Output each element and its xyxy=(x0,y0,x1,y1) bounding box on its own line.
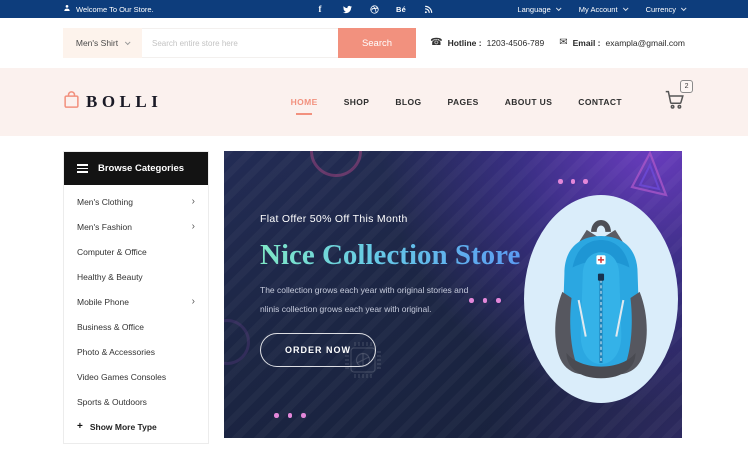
hero-title: Nice Collection Store xyxy=(260,239,521,271)
email: ✉ Email : exampla@gmail.com xyxy=(559,37,686,49)
cart-button[interactable]: 2 xyxy=(664,80,693,115)
page: Welcome To Our Store. f Bé Language My A… xyxy=(0,0,748,465)
sidebar-item-label: Business & Office xyxy=(77,321,144,332)
user-icon xyxy=(63,4,71,14)
sidebar-item-label: Computer & Office xyxy=(77,246,147,257)
welcome-message: Welcome To Our Store. xyxy=(63,4,154,14)
dots-decoration xyxy=(558,179,588,184)
chevron-down-icon xyxy=(680,5,687,12)
nav-about-us[interactable]: ABOUT US xyxy=(505,97,553,107)
hotline-number: 1203-4506-789 xyxy=(486,38,545,48)
sidebar-item-mens-fashion[interactable]: Men's Fashion › xyxy=(64,214,208,239)
hero-description-line1: The collection grows each year with orig… xyxy=(260,285,469,295)
product-image-backdrop xyxy=(524,195,678,403)
chevron-down-icon xyxy=(622,5,629,12)
search-group: Men's Shirt Search xyxy=(63,28,416,58)
behance-icon[interactable]: Bé xyxy=(396,4,406,14)
category-select-value: Men's Shirt xyxy=(75,38,119,48)
sidebar-item-computer-office[interactable]: Computer & Office xyxy=(64,239,208,264)
hero-description-line2: nlinis collection grows each year with o… xyxy=(260,304,432,314)
sidebar-item-label: Sports & Outdoors xyxy=(77,396,147,407)
twitter-icon[interactable] xyxy=(342,4,352,14)
chevron-right-icon: › xyxy=(191,295,195,307)
currency-menu[interactable]: Currency xyxy=(645,4,687,14)
my-account-menu[interactable]: My Account xyxy=(578,4,629,14)
social-links: f Bé xyxy=(315,4,433,14)
phone-icon: ☎ xyxy=(430,37,443,48)
order-now-button[interactable]: ORDER NOW xyxy=(260,333,376,367)
nav-pages[interactable]: PAGES xyxy=(448,97,479,107)
currency-label: Currency xyxy=(645,4,676,14)
email-label: Email : xyxy=(572,38,601,48)
carousel-dots[interactable] xyxy=(274,413,306,418)
hero-banner: Flat Offer 50% Off This Month Nice Colle… xyxy=(224,151,682,438)
email-address: exampla@gmail.com xyxy=(605,38,686,48)
sidebar-item-label: Photo & Accessories xyxy=(77,346,155,357)
sidebar-item-healthy-beauty[interactable]: Healthy & Beauty xyxy=(64,264,208,289)
sidebar-item-label: Video Games Consoles xyxy=(77,371,167,382)
logo[interactable]: BOLLI xyxy=(63,90,162,114)
sidebar-item-photo-accessories[interactable]: Photo & Accessories xyxy=(64,339,208,364)
shopping-bag-icon xyxy=(63,90,80,114)
hero-content: Flat Offer 50% Off This Month Nice Colle… xyxy=(260,213,520,367)
category-list: Men's Clothing › Men's Fashion › Compute… xyxy=(64,185,208,443)
logo-text: BOLLI xyxy=(86,92,163,111)
plus-icon: + xyxy=(77,421,83,432)
language-label: Language xyxy=(517,4,551,14)
nav-blog[interactable]: BLOG xyxy=(395,97,421,107)
hotline-label: Hotline : xyxy=(447,38,482,48)
dribbble-icon[interactable] xyxy=(369,4,379,14)
cart-count-badge: 2 xyxy=(680,80,693,93)
sidebar-item-label: Men's Fashion xyxy=(77,221,133,232)
show-more-label: Show More Type xyxy=(89,421,157,432)
hamburger-icon xyxy=(77,164,88,173)
topbar-menus: Language My Account Currency xyxy=(517,4,687,14)
nav-contact[interactable]: CONTACT xyxy=(578,97,622,107)
cart-icon xyxy=(664,90,685,114)
sidebar-item-mobile-phone[interactable]: Mobile Phone › xyxy=(64,289,208,314)
search-bar-row: Men's Shirt Search ☎ Hotline : 1203-4506… xyxy=(0,18,748,68)
categories-sidebar: Browse Categories Men's Clothing › Men's… xyxy=(63,151,209,444)
sidebar-item-label: Mobile Phone xyxy=(77,296,129,307)
sidebar-item-sports-outdoors[interactable]: Sports & Outdoors xyxy=(64,389,208,414)
language-menu[interactable]: Language xyxy=(517,4,562,14)
my-account-label: My Account xyxy=(578,4,618,14)
browse-categories-header[interactable]: Browse Categories xyxy=(64,152,208,185)
show-more-type-button[interactable]: + Show More Type xyxy=(64,414,208,439)
welcome-text: Welcome To Our Store. xyxy=(76,4,154,14)
email-icon: ✉ xyxy=(559,37,568,48)
search-input[interactable] xyxy=(142,28,338,58)
chevron-down-icon xyxy=(555,5,562,12)
sidebar-item-label: Healthy & Beauty xyxy=(77,271,143,282)
category-select[interactable]: Men's Shirt xyxy=(63,28,142,58)
topbar: Welcome To Our Store. f Bé Language My A… xyxy=(0,0,748,18)
nav-home[interactable]: HOME xyxy=(291,97,318,107)
nav-shop[interactable]: SHOP xyxy=(344,97,370,107)
chevron-right-icon: › xyxy=(191,195,195,207)
hotline: ☎ Hotline : 1203-4506-789 xyxy=(430,37,545,49)
rss-icon[interactable] xyxy=(423,4,433,14)
facebook-icon[interactable]: f xyxy=(315,4,325,14)
sidebar-item-label: Men's Clothing xyxy=(77,196,133,207)
chevron-right-icon: › xyxy=(191,220,195,232)
sidebar-item-business-office[interactable]: Business & Office xyxy=(64,314,208,339)
main-header: BOLLI HOME SHOP BLOG PAGES ABOUT US CONT… xyxy=(0,68,748,136)
main-content: Browse Categories Men's Clothing › Men's… xyxy=(0,136,748,444)
sidebar-item-video-games-consoles[interactable]: Video Games Consoles xyxy=(64,364,208,389)
backpack-image xyxy=(555,220,647,379)
hero-description: The collection grows each year with orig… xyxy=(260,281,520,319)
sidebar-item-mens-clothing[interactable]: Men's Clothing › xyxy=(64,189,208,214)
sidebar-title: Browse Categories xyxy=(98,163,185,174)
search-button[interactable]: Search xyxy=(338,28,416,58)
contact-info: ☎ Hotline : 1203-4506-789 ✉ Email : exam… xyxy=(430,37,686,49)
hero-offer-text: Flat Offer 50% Off This Month xyxy=(260,213,408,225)
chevron-down-icon xyxy=(125,39,131,46)
main-nav: HOME SHOP BLOG PAGES ABOUT US CONTACT xyxy=(291,97,622,107)
